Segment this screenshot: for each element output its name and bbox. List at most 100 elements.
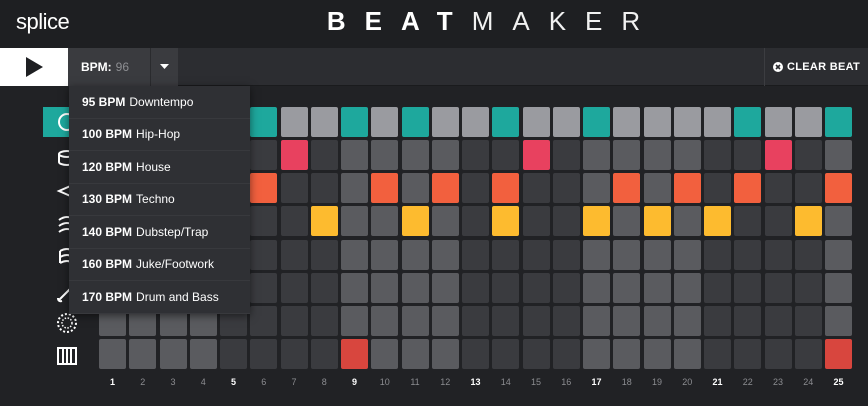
step-cell[interactable] — [310, 339, 338, 370]
step-cell[interactable] — [462, 239, 489, 270]
step-cell[interactable] — [280, 173, 308, 204]
step-cell[interactable] — [492, 206, 520, 237]
step-cell[interactable] — [159, 339, 187, 370]
play-button[interactable] — [0, 48, 68, 86]
step-cell[interactable] — [492, 107, 520, 137]
step-cell[interactable] — [371, 206, 399, 237]
step-cell[interactable] — [673, 339, 701, 370]
step-cell[interactable] — [431, 140, 459, 171]
step-cell[interactable] — [492, 173, 520, 204]
step-cell[interactable] — [522, 140, 550, 171]
step-cell[interactable] — [673, 239, 701, 270]
step-cell[interactable] — [583, 239, 610, 270]
step-cell[interactable] — [250, 339, 278, 370]
step-cell[interactable] — [794, 239, 822, 270]
step-cell[interactable] — [613, 272, 641, 303]
bpm-option[interactable]: 130 BPM Techno — [69, 184, 250, 216]
step-cell[interactable] — [764, 107, 792, 137]
step-cell[interactable] — [250, 239, 278, 270]
step-cell[interactable] — [189, 339, 217, 370]
step-cell[interactable] — [825, 239, 852, 270]
step-cell[interactable] — [522, 206, 550, 237]
step-cell[interactable] — [280, 206, 308, 237]
step-cell[interactable] — [492, 140, 520, 171]
step-cell[interactable] — [462, 305, 489, 336]
step-cell[interactable] — [431, 239, 459, 270]
bpm-option[interactable]: 100 BPM Hip-Hop — [69, 119, 250, 151]
step-cell[interactable] — [341, 107, 368, 137]
step-cell[interactable] — [462, 140, 489, 171]
step-cell[interactable] — [794, 206, 822, 237]
step-cell[interactable] — [401, 206, 429, 237]
step-cell[interactable] — [552, 239, 580, 270]
step-cell[interactable] — [583, 206, 610, 237]
step-cell[interactable] — [643, 107, 671, 137]
step-cell[interactable] — [250, 272, 278, 303]
step-cell[interactable] — [552, 107, 580, 137]
step-cell[interactable] — [341, 173, 368, 204]
step-cell[interactable] — [583, 173, 610, 204]
step-cell[interactable] — [613, 206, 641, 237]
step-cell[interactable] — [704, 107, 731, 137]
step-cell[interactable] — [250, 206, 278, 237]
step-cell[interactable] — [310, 107, 338, 137]
step-cell[interactable] — [583, 140, 610, 171]
step-cell[interactable] — [794, 339, 822, 370]
step-cell[interactable] — [613, 239, 641, 270]
step-cell[interactable] — [431, 107, 459, 137]
step-cell[interactable] — [401, 239, 429, 270]
step-cell[interactable] — [522, 305, 550, 336]
step-cell[interactable] — [704, 305, 731, 336]
step-cell[interactable] — [794, 272, 822, 303]
step-cell[interactable] — [401, 305, 429, 336]
step-cell[interactable] — [583, 272, 610, 303]
step-cell[interactable] — [552, 339, 580, 370]
step-cell[interactable] — [371, 107, 399, 137]
step-cell[interactable] — [431, 272, 459, 303]
step-cell[interactable] — [522, 107, 550, 137]
step-cell[interactable] — [431, 305, 459, 336]
step-cell[interactable] — [673, 206, 701, 237]
step-cell[interactable] — [734, 272, 762, 303]
step-cell[interactable] — [825, 173, 852, 204]
step-cell[interactable] — [613, 107, 641, 137]
step-cell[interactable] — [280, 305, 308, 336]
step-cell[interactable] — [643, 305, 671, 336]
step-cell[interactable] — [764, 173, 792, 204]
step-cell[interactable] — [310, 173, 338, 204]
step-cell[interactable] — [492, 239, 520, 270]
step-cell[interactable] — [825, 339, 852, 370]
step-cell[interactable] — [764, 339, 792, 370]
step-cell[interactable] — [250, 107, 278, 137]
step-cell[interactable] — [552, 305, 580, 336]
step-cell[interactable] — [462, 173, 489, 204]
step-cell[interactable] — [341, 305, 368, 336]
step-cell[interactable] — [673, 272, 701, 303]
step-cell[interactable] — [280, 107, 308, 137]
step-cell[interactable] — [371, 272, 399, 303]
step-cell[interactable] — [613, 173, 641, 204]
step-cell[interactable] — [220, 339, 247, 370]
step-cell[interactable] — [794, 140, 822, 171]
step-cell[interactable] — [704, 173, 731, 204]
step-cell[interactable] — [310, 272, 338, 303]
step-cell[interactable] — [99, 339, 126, 370]
step-cell[interactable] — [401, 140, 429, 171]
step-cell[interactable] — [704, 339, 731, 370]
step-cell[interactable] — [825, 107, 852, 137]
step-cell[interactable] — [522, 239, 550, 270]
step-cell[interactable] — [704, 239, 731, 270]
step-cell[interactable] — [371, 140, 399, 171]
step-cell[interactable] — [734, 107, 762, 137]
step-cell[interactable] — [825, 206, 852, 237]
step-cell[interactable] — [583, 339, 610, 370]
step-cell[interactable] — [280, 272, 308, 303]
step-cell[interactable] — [401, 272, 429, 303]
step-cell[interactable] — [431, 173, 459, 204]
step-cell[interactable] — [280, 339, 308, 370]
step-cell[interactable] — [371, 339, 399, 370]
step-cell[interactable] — [310, 140, 338, 171]
step-cell[interactable] — [643, 173, 671, 204]
step-cell[interactable] — [825, 272, 852, 303]
step-cell[interactable] — [734, 173, 762, 204]
